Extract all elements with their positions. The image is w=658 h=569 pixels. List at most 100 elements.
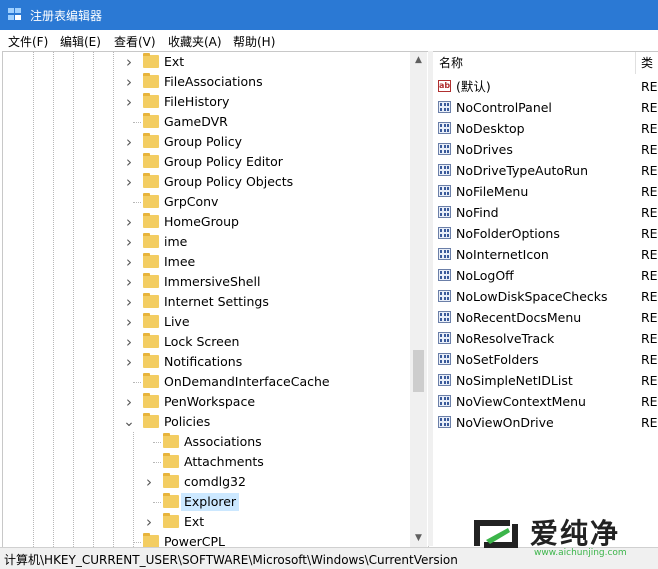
value-row[interactable]: NoResolveTrack RE bbox=[433, 328, 658, 349]
tree-item[interactable]: › Ext bbox=[3, 52, 413, 72]
binary-value-icon bbox=[438, 353, 451, 365]
expand-chevron-icon[interactable]: › bbox=[123, 352, 135, 372]
expand-chevron-icon[interactable]: › bbox=[123, 292, 135, 312]
tree-item-label: HomeGroup bbox=[164, 214, 239, 229]
menu-file[interactable]: 文件(F) bbox=[8, 33, 48, 50]
tree-item[interactable]: › Notifications bbox=[3, 352, 413, 372]
column-separator[interactable] bbox=[635, 52, 636, 74]
window-title: 注册表编辑器 bbox=[30, 9, 103, 23]
expand-chevron-icon[interactable]: › bbox=[123, 392, 135, 412]
tree-item[interactable]: › Live bbox=[3, 312, 413, 332]
tree-item[interactable]: › FileHistory bbox=[3, 92, 413, 112]
tree-connector bbox=[133, 382, 141, 383]
tree-item[interactable]: › HomeGroup bbox=[3, 212, 413, 232]
expand-chevron-icon[interactable]: › bbox=[123, 152, 135, 172]
value-row[interactable]: NoViewOnDrive RE bbox=[433, 412, 658, 433]
binary-value-icon bbox=[438, 185, 451, 197]
value-row[interactable]: NoFolderOptions RE bbox=[433, 223, 658, 244]
folder-icon bbox=[143, 233, 159, 248]
tree-item-label: PenWorkspace bbox=[164, 394, 256, 409]
value-type: RE bbox=[641, 121, 658, 136]
tree-item[interactable]: › Group Policy bbox=[3, 132, 413, 152]
tree-item-label: FileAssociations bbox=[164, 74, 263, 89]
value-row[interactable]: NoSimpleNetIDList RE bbox=[433, 370, 658, 391]
binary-value-icon bbox=[438, 395, 451, 407]
tree-item-label: Group Policy bbox=[164, 134, 242, 149]
tree-item[interactable]: PowerCPL bbox=[3, 532, 413, 547]
tree-item-label: Attachments bbox=[184, 454, 264, 469]
folder-icon bbox=[143, 273, 159, 288]
tree-item[interactable]: › comdlg32 bbox=[3, 472, 413, 492]
tree-item[interactable]: › ime bbox=[3, 232, 413, 252]
value-type: RE bbox=[641, 394, 658, 409]
binary-value-icon bbox=[438, 206, 451, 218]
expand-chevron-icon[interactable]: › bbox=[123, 92, 135, 112]
expand-chevron-icon[interactable]: › bbox=[123, 72, 135, 92]
value-row[interactable]: NoDrives RE bbox=[433, 139, 658, 160]
tree-item[interactable]: Associations bbox=[3, 432, 413, 452]
tree-item[interactable]: › Lock Screen bbox=[3, 332, 413, 352]
menu-view[interactable]: 查看(V) bbox=[114, 33, 156, 50]
scroll-down-icon[interactable]: ▼ bbox=[410, 530, 427, 547]
registry-tree[interactable]: › Ext › FileAssociations › FileHistory GameDVR… bbox=[2, 51, 429, 548]
value-name: NoControlPanel bbox=[456, 100, 552, 115]
column-header-type[interactable]: 类 bbox=[641, 52, 654, 74]
value-row[interactable]: NoDesktop RE bbox=[433, 118, 658, 139]
scroll-up-icon[interactable]: ▲ bbox=[410, 52, 427, 69]
value-row[interactable]: ab (默认) RE bbox=[433, 76, 658, 97]
expand-chevron-icon[interactable]: › bbox=[123, 212, 135, 232]
tree-item[interactable]: › Ext bbox=[3, 512, 413, 532]
expand-chevron-icon[interactable]: › bbox=[123, 52, 135, 72]
watermark-url: www.aichunjing.com bbox=[534, 548, 627, 558]
value-row[interactable]: NoDriveTypeAutoRun RE bbox=[433, 160, 658, 181]
tree-item-label: OnDemandInterfaceCache bbox=[164, 374, 330, 389]
menu-favorites[interactable]: 收藏夹(A) bbox=[168, 33, 222, 50]
value-row[interactable]: NoLowDiskSpaceChecks RE bbox=[433, 286, 658, 307]
tree-item[interactable]: GameDVR bbox=[3, 112, 413, 132]
folder-icon bbox=[143, 93, 159, 108]
tree-item[interactable]: › Group Policy Objects bbox=[3, 172, 413, 192]
tree-vertical-scrollbar[interactable]: ▲ ▼ bbox=[410, 52, 427, 547]
binary-value-icon bbox=[438, 122, 451, 134]
expand-chevron-icon[interactable]: › bbox=[123, 232, 135, 252]
expand-chevron-icon[interactable]: › bbox=[123, 332, 135, 352]
expand-chevron-icon[interactable]: › bbox=[123, 272, 135, 292]
binary-value-icon bbox=[438, 374, 451, 386]
collapse-chevron-icon[interactable]: ⌄ bbox=[123, 412, 135, 432]
string-value-icon: ab bbox=[438, 80, 451, 92]
tree-item[interactable]: GrpConv bbox=[3, 192, 413, 212]
tree-item[interactable]: › PenWorkspace bbox=[3, 392, 413, 412]
value-type: RE bbox=[641, 289, 658, 304]
value-row[interactable]: NoFileMenu RE bbox=[433, 181, 658, 202]
value-row[interactable]: NoSetFolders RE bbox=[433, 349, 658, 370]
tree-item[interactable]: ⌄ Policies bbox=[3, 412, 413, 432]
tree-item[interactable]: › ImmersiveShell bbox=[3, 272, 413, 292]
value-row[interactable]: NoFind RE bbox=[433, 202, 658, 223]
menu-edit[interactable]: 编辑(E) bbox=[60, 33, 101, 50]
menu-help[interactable]: 帮助(H) bbox=[233, 33, 275, 50]
tree-item[interactable]: › Imee bbox=[3, 252, 413, 272]
binary-value-icon bbox=[438, 416, 451, 428]
expand-chevron-icon[interactable]: › bbox=[123, 172, 135, 192]
tree-item[interactable]: Attachments bbox=[3, 452, 413, 472]
value-type: RE bbox=[641, 205, 658, 220]
expand-chevron-icon[interactable]: › bbox=[123, 132, 135, 152]
tree-item[interactable]: › Internet Settings bbox=[3, 292, 413, 312]
expand-chevron-icon[interactable]: › bbox=[123, 252, 135, 272]
values-list[interactable]: 名称 类 ab (默认) RE NoControlPanel RE NoDesktop RE… bbox=[433, 51, 658, 547]
value-row[interactable]: NoInternetIcon RE bbox=[433, 244, 658, 265]
value-row[interactable]: NoLogOff RE bbox=[433, 265, 658, 286]
tree-item[interactable]: › Group Policy Editor bbox=[3, 152, 413, 172]
value-row[interactable]: NoControlPanel RE bbox=[433, 97, 658, 118]
expand-chevron-icon[interactable]: › bbox=[123, 312, 135, 332]
scroll-thumb[interactable] bbox=[413, 350, 424, 392]
tree-item[interactable]: › FileAssociations bbox=[3, 72, 413, 92]
value-row[interactable]: NoViewContextMenu RE bbox=[433, 391, 658, 412]
watermark: 爱纯净 www.aichunjing.com bbox=[470, 512, 656, 562]
tree-item[interactable]: Explorer bbox=[3, 492, 413, 512]
tree-item[interactable]: OnDemandInterfaceCache bbox=[3, 372, 413, 392]
expand-chevron-icon[interactable]: › bbox=[143, 472, 155, 492]
column-header-name[interactable]: 名称 bbox=[439, 52, 464, 74]
expand-chevron-icon[interactable]: › bbox=[143, 512, 155, 532]
value-row[interactable]: NoRecentDocsMenu RE bbox=[433, 307, 658, 328]
